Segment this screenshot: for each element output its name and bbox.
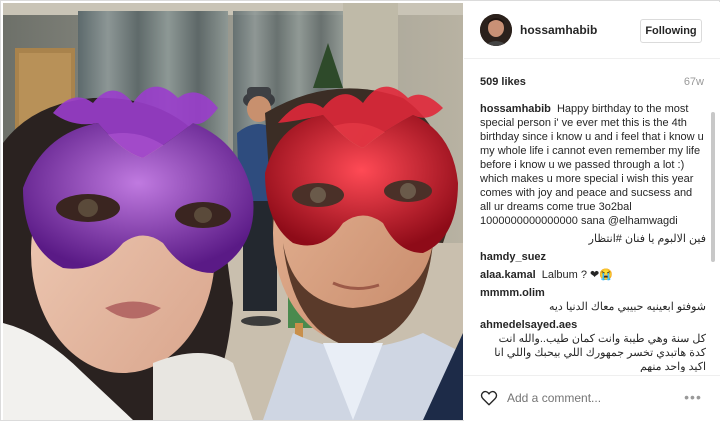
comment-text: كل سنة وهي طيبة وانت كمان طيب..والله انت… bbox=[494, 333, 706, 372]
comment-username[interactable]: alaa.kamal bbox=[480, 269, 536, 281]
comment-username[interactable]: mmmm.olim bbox=[480, 287, 545, 299]
post-photo[interactable] bbox=[3, 3, 463, 420]
photo-illustration bbox=[3, 3, 463, 420]
instagram-post-frame: hossamhabib Following 509 likes 67w hoss… bbox=[0, 0, 720, 421]
list-item: فين الالبوم يا فنان #انتظار bbox=[480, 232, 706, 246]
avatar[interactable] bbox=[480, 14, 512, 46]
caption-username[interactable]: hossamhabib bbox=[480, 103, 551, 115]
comment-username[interactable]: hamdy_suez bbox=[480, 251, 546, 263]
comment-username[interactable]: ahmedelsayed.aes bbox=[480, 319, 577, 331]
comment-text: Lalbum ? ❤😭 bbox=[541, 269, 613, 281]
list-item: ahmedelsayed.aes كل سنة وهي طيبة وانت كم… bbox=[480, 318, 706, 372]
heart-outline-icon bbox=[480, 390, 498, 406]
add-comment-input[interactable] bbox=[507, 391, 667, 405]
following-button[interactable]: Following bbox=[640, 19, 702, 43]
post-username[interactable]: hossamhabib bbox=[520, 23, 597, 37]
list-item: alaa.kamal Lalbum ? ❤😭 bbox=[480, 268, 706, 282]
comments-scrollbar[interactable] bbox=[711, 112, 715, 262]
post-age[interactable]: 67w bbox=[684, 76, 704, 88]
add-comment-row: ••• bbox=[464, 375, 720, 421]
comments-list[interactable]: hossamhabib Happy birthday to the most s… bbox=[480, 102, 706, 372]
comment-text: شوفتو ابعينيه حبيبي معاك الدنيا ديه bbox=[548, 301, 706, 313]
likes-row: 509 likes 67w bbox=[480, 76, 704, 92]
post-side-panel: hossamhabib Following 509 likes 67w hoss… bbox=[464, 2, 720, 421]
likes-count[interactable]: 509 likes bbox=[480, 76, 526, 88]
list-item: mmmm.olim شوفتو ابعينيه حبيبي معاك الدني… bbox=[480, 286, 706, 314]
post-header: hossamhabib Following bbox=[464, 2, 720, 59]
avatar-image bbox=[480, 14, 512, 46]
comment-text: فين الالبوم يا فنان #انتظار bbox=[588, 233, 706, 245]
caption: hossamhabib Happy birthday to the most s… bbox=[480, 102, 706, 228]
heart-icon[interactable] bbox=[480, 389, 498, 407]
list-item: hamdy_suez bbox=[480, 250, 706, 264]
more-options-icon[interactable]: ••• bbox=[682, 390, 704, 406]
caption-text: Happy birthday to the most special perso… bbox=[480, 103, 704, 227]
